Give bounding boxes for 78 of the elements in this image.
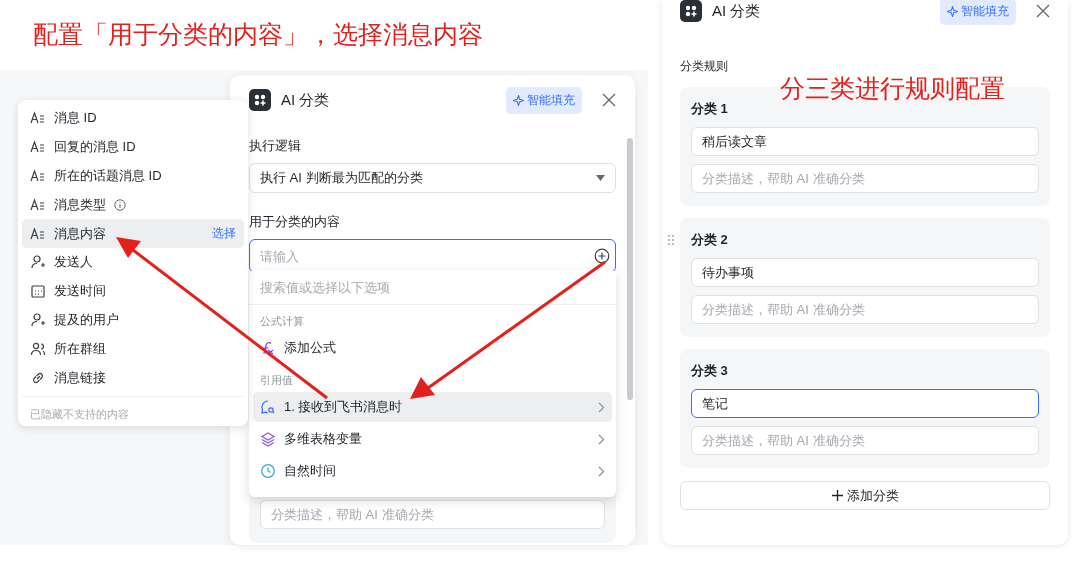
description-input[interactable]: 分类描述，帮助 AI 准确分类 <box>691 295 1039 324</box>
option-label: 1. 接收到飞书消息时 <box>284 398 403 416</box>
menu-item[interactable]: 消息 ID <box>22 104 244 133</box>
select-link[interactable]: 选择 <box>212 225 236 243</box>
text-field-icon <box>30 168 46 184</box>
close-icon <box>602 93 616 107</box>
close-button[interactable] <box>602 93 616 107</box>
menu-item-label: 所在的话题消息 ID <box>54 167 162 185</box>
option-label: 多维表格变量 <box>284 430 362 448</box>
close-button[interactable] <box>1036 4 1050 18</box>
group-icon <box>30 340 46 357</box>
annotation-text: 分三类进行规则配置 <box>780 73 1005 104</box>
text-field-icon <box>30 196 46 213</box>
description-input[interactable]: 分类描述，帮助 AI 准确分类 <box>260 500 605 529</box>
option-item[interactable]: 自然时间 <box>253 456 612 486</box>
menu-item[interactable]: 发送时间 <box>22 276 244 306</box>
menu-item-label: 消息 ID <box>54 109 97 128</box>
search-field[interactable]: 搜索值或选择以下选项 <box>249 270 616 305</box>
option-label: 自然时间 <box>284 462 336 480</box>
category-title: 分类 2 <box>691 231 729 249</box>
clock-icon <box>260 463 276 479</box>
text-field-icon <box>30 225 46 242</box>
content-input[interactable]: 请输入 <box>249 239 616 273</box>
chat-search-icon <box>260 399 276 415</box>
option-item[interactable]: 多维表格变量 <box>253 424 612 454</box>
field-label: 执行逻辑 <box>249 137 302 155</box>
menu-item[interactable]: 消息内容 选择 <box>22 219 244 248</box>
menu-item-label: 消息内容 <box>54 224 106 243</box>
add-circle-icon <box>594 248 610 264</box>
menu-item[interactable]: 消息类型 <box>22 190 244 220</box>
menu-item-label: 发送时间 <box>54 282 106 301</box>
annotation-text: 配置「用于分类的内容」，选择消息内容 <box>32 19 484 50</box>
menu-item[interactable]: 所在的话题消息 ID <box>22 161 244 191</box>
person-add-icon <box>30 254 46 271</box>
category-name-input[interactable]: 笔记 <box>691 389 1039 418</box>
category-name-input[interactable]: 稍后读文章 <box>691 127 1039 156</box>
menu-item-label: 提及的用户 <box>54 310 119 329</box>
menu-item[interactable]: 提及的用户 <box>22 305 244 335</box>
sparkle-icon <box>947 5 958 17</box>
menu-item-label: 所在群组 <box>54 339 106 358</box>
description-input[interactable]: 分类描述，帮助 AI 准确分类 <box>691 426 1039 455</box>
menu-item-label: 消息链接 <box>54 368 106 387</box>
menu-item[interactable]: 消息链接 <box>22 363 244 392</box>
option-item[interactable]: 1. 接收到飞书消息时 <box>253 392 612 422</box>
group-heading: 公式计算 <box>259 314 305 329</box>
section-label: 分类规则 <box>680 58 729 75</box>
menu-item-label: 发送人 <box>54 253 93 272</box>
smart-fill-button[interactable]: 智能填充 <box>506 86 582 114</box>
scrollbar[interactable] <box>627 138 633 400</box>
panel-title: AI 分类 <box>281 90 330 110</box>
drag-handle-icon[interactable] <box>668 235 674 245</box>
calendar-icon <box>30 283 46 300</box>
plus-icon <box>831 490 843 501</box>
option-item[interactable]: 添加公式 <box>253 333 612 363</box>
menu-item-label: 消息类型 <box>54 195 106 214</box>
panel-title: AI 分类 <box>712 1 761 21</box>
add-category-button[interactable]: 添加分类 <box>680 481 1050 510</box>
sparkle-icon <box>513 94 524 106</box>
field-label: 用于分类的内容 <box>249 213 341 231</box>
person-add-icon <box>30 311 46 328</box>
formula-icon <box>260 340 276 356</box>
description-input[interactable]: 分类描述，帮助 AI 准确分类 <box>691 164 1039 193</box>
menu-item[interactable]: 所在群组 <box>22 334 244 364</box>
category-title: 分类 1 <box>691 100 729 118</box>
category-name-input[interactable]: 待办事项 <box>691 258 1039 287</box>
smart-fill-button[interactable]: 智能填充 <box>940 0 1016 25</box>
app-icon <box>249 89 271 111</box>
logic-select[interactable]: 执行 AI 判断最为匹配的分类 <box>249 163 616 193</box>
menu-footer-note: 已隐藏不支持的内容 <box>22 395 244 422</box>
menu-item-label: 回复的消息 ID <box>54 138 136 157</box>
option-label: 添加公式 <box>284 339 336 357</box>
menu-item[interactable]: 回复的消息 ID <box>22 132 244 162</box>
dropdown-caret-icon <box>596 175 605 181</box>
category-title: 分类 3 <box>691 362 729 380</box>
layers-icon <box>260 431 276 447</box>
menu-item[interactable]: 发送人 <box>22 248 244 277</box>
group-heading: 引用值 <box>259 373 294 388</box>
close-icon <box>1036 4 1050 18</box>
